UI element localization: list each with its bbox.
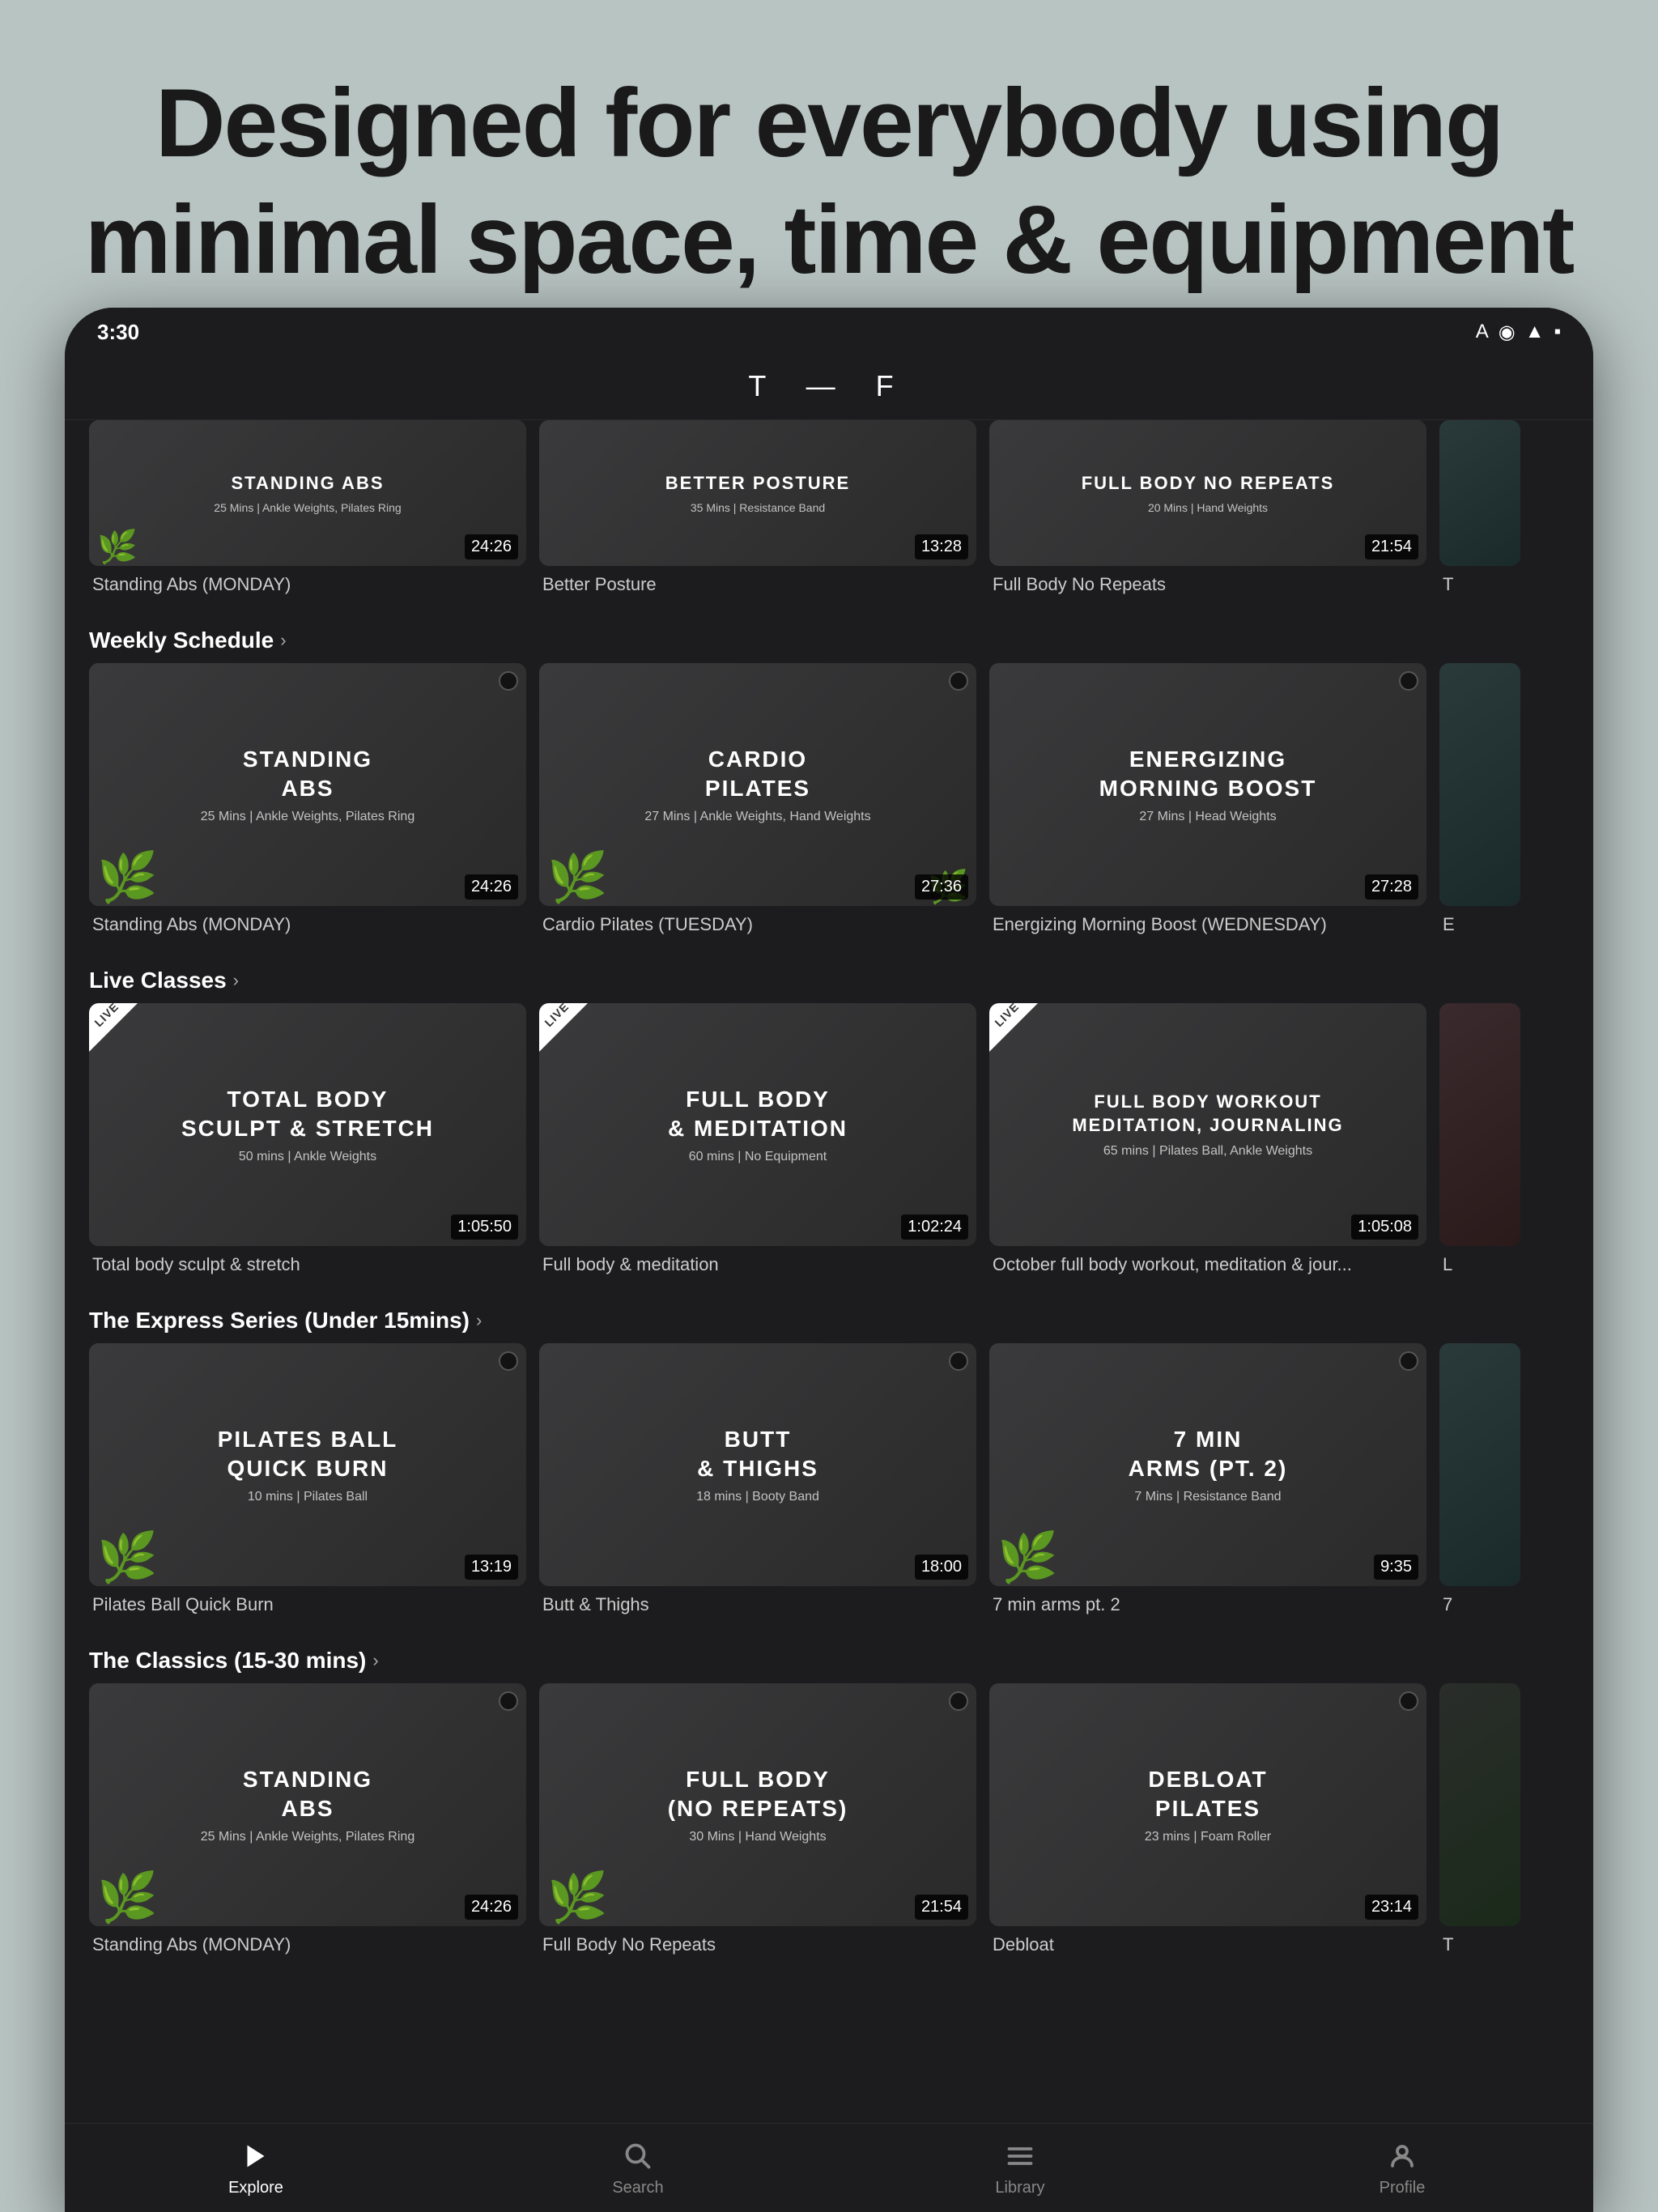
- thumb-express-4: [1439, 1343, 1520, 1586]
- card-label-live-3: October full body workout, meditation & …: [989, 1254, 1426, 1275]
- express-cards-row: 🌿 PILATES BALLQUICK BURN 10 mins | Pilat…: [65, 1343, 1593, 1615]
- section-title-classics[interactable]: The Classics (15-30 mins) ›: [65, 1631, 1593, 1683]
- profile-icon: [1384, 2138, 1420, 2174]
- thumb-weekly-3: ENERGIZINGMORNING BOOST 27 Mins | Head W…: [989, 663, 1426, 906]
- status-bar: 3:30 A ◉ ▲ ▪: [65, 308, 1593, 356]
- status-icons: A ◉ ▲ ▪: [1476, 321, 1561, 344]
- status-time: 3:30: [97, 320, 139, 345]
- section-title-weekly[interactable]: Weekly Schedule ›: [65, 611, 1593, 663]
- card-label-live-1: Total body sculpt & stretch: [89, 1254, 526, 1275]
- section-express: The Express Series (Under 15mins) › 🌿 PI…: [65, 1291, 1593, 1615]
- section-title-live[interactable]: Live Classes ›: [65, 951, 1593, 1003]
- card-weekly-2[interactable]: 🌿 🌿 CARDIOPILATES 27 Mins | Ankle Weight…: [539, 663, 976, 935]
- tab-search-label: Search: [612, 2179, 663, 2197]
- thumb-live-4: [1439, 1003, 1520, 1246]
- card-express-3[interactable]: 🌿 7 MINARMS (PT. 2) 7 Mins | Resistance …: [989, 1343, 1426, 1615]
- card-label-weekly-2: Cardio Pilates (TUESDAY): [539, 914, 976, 935]
- thumb-classics-3: DEBLOATPILATES 23 mins | Foam Roller 23:…: [989, 1683, 1426, 1926]
- card-partial-4[interactable]: T: [1439, 420, 1520, 595]
- card-classics-1[interactable]: 🌿 STANDINGABS 25 Mins | Ankle Weights, P…: [89, 1683, 526, 1955]
- tab-library-label: Library: [995, 2179, 1044, 2197]
- tab-profile[interactable]: Profile: [1211, 2138, 1593, 2197]
- section-classics: The Classics (15-30 mins) › 🌿 STANDINGAB…: [65, 1631, 1593, 1955]
- card-live-2[interactable]: LIVE FULL BODY& MEDITATION 60 mins | No …: [539, 1003, 976, 1275]
- wifi-icon: ▲: [1525, 321, 1545, 343]
- tab-search[interactable]: Search: [447, 2138, 829, 2197]
- live-cards-row: LIVE TOTAL BODYSCULPT & STRETCH 50 mins …: [65, 1003, 1593, 1275]
- thumb-classics-4: [1439, 1683, 1520, 1926]
- classics-cards-row: 🌿 STANDINGABS 25 Mins | Ankle Weights, P…: [65, 1683, 1593, 1955]
- card-label-express-3: 7 min arms pt. 2: [989, 1594, 1426, 1615]
- card-classics-4[interactable]: T: [1439, 1683, 1520, 1955]
- icon-circle: ◉: [1499, 321, 1516, 344]
- chevron-classics: ›: [372, 1650, 378, 1671]
- chevron-live: ›: [233, 970, 239, 991]
- chevron-express: ›: [476, 1310, 482, 1331]
- hero-title: Designed for everybody using minimal spa…: [81, 65, 1577, 298]
- thumb-classics-1: 🌿 STANDINGABS 25 Mins | Ankle Weights, P…: [89, 1683, 526, 1926]
- scroll-content[interactable]: 🌿 STANDING ABS 25 Mins | Ankle Weights, …: [65, 420, 1593, 2122]
- card-label-weekly-3: Energizing Morning Boost (WEDNESDAY): [989, 914, 1426, 935]
- app-logo: T — F: [65, 369, 1593, 403]
- thumb-classics-2: 🌿 FULL BODY(NO REPEATS) 30 Mins | Hand W…: [539, 1683, 976, 1926]
- library-icon: [1002, 2138, 1038, 2174]
- card-express-2[interactable]: BUTT& THIGHS 18 mins | Booty Band 18:00 …: [539, 1343, 976, 1615]
- thumb-weekly-4: [1439, 663, 1520, 906]
- recent-row: 🌿 STANDING ABS 25 Mins | Ankle Weights, …: [65, 420, 1593, 595]
- card-live-4[interactable]: L: [1439, 1003, 1520, 1275]
- card-label-classics-3: Debloat: [989, 1934, 1426, 1955]
- thumb-weekly-2: 🌿 🌿 CARDIOPILATES 27 Mins | Ankle Weight…: [539, 663, 976, 906]
- card-express-1[interactable]: 🌿 PILATES BALLQUICK BURN 10 mins | Pilat…: [89, 1343, 526, 1615]
- app-header: T — F: [65, 356, 1593, 420]
- thumb-express-3: 🌿 7 MINARMS (PT. 2) 7 Mins | Resistance …: [989, 1343, 1426, 1586]
- card-label-weekly-1: Standing Abs (MONDAY): [89, 914, 526, 935]
- section-title-express[interactable]: The Express Series (Under 15mins) ›: [65, 1291, 1593, 1343]
- card-standing-abs-partial[interactable]: 🌿 STANDING ABS 25 Mins | Ankle Weights, …: [89, 420, 526, 595]
- card-label-2: Better Posture: [539, 574, 976, 595]
- tab-explore[interactable]: Explore: [65, 2138, 447, 2197]
- thumb-live-2: LIVE FULL BODY& MEDITATION 60 mins | No …: [539, 1003, 976, 1246]
- thumb-express-1: 🌿 PILATES BALLQUICK BURN 10 mins | Pilat…: [89, 1343, 526, 1586]
- thumb-weekly-1: 🌿 STANDINGABS 25 Mins | Ankle Weights, P…: [89, 663, 526, 906]
- card-express-4[interactable]: 7: [1439, 1343, 1520, 1615]
- tab-explore-label: Explore: [228, 2179, 283, 2197]
- card-classics-3[interactable]: DEBLOATPILATES 23 mins | Foam Roller 23:…: [989, 1683, 1426, 1955]
- card-label-classics-1: Standing Abs (MONDAY): [89, 1934, 526, 1955]
- tab-library[interactable]: Library: [829, 2138, 1211, 2197]
- card-better-posture[interactable]: BETTER POSTURE 35 Mins | Resistance Band…: [539, 420, 976, 595]
- section-weekly-schedule: Weekly Schedule › 🌿 STANDINGABS 25 Mins …: [65, 611, 1593, 935]
- card-weekly-4[interactable]: E: [1439, 663, 1520, 935]
- battery-icon: ▪: [1554, 321, 1561, 343]
- card-label-live-2: Full body & meditation: [539, 1254, 976, 1275]
- card-label-1: Standing Abs (MONDAY): [89, 574, 526, 595]
- card-label-express-1: Pilates Ball Quick Burn: [89, 1594, 526, 1615]
- card-weekly-3[interactable]: ENERGIZINGMORNING BOOST 27 Mins | Head W…: [989, 663, 1426, 935]
- tab-profile-label: Profile: [1380, 2179, 1426, 2197]
- hero-section: Designed for everybody using minimal spa…: [0, 0, 1658, 347]
- section-recent: 🌿 STANDING ABS 25 Mins | Ankle Weights, …: [65, 420, 1593, 595]
- weekly-cards-row: 🌿 STANDINGABS 25 Mins | Ankle Weights, P…: [65, 663, 1593, 935]
- card-classics-2[interactable]: 🌿 FULL BODY(NO REPEATS) 30 Mins | Hand W…: [539, 1683, 976, 1955]
- thumb-better-posture: BETTER POSTURE 35 Mins | Resistance Band…: [539, 420, 976, 566]
- card-live-3[interactable]: LIVE FULL BODY WORKOUTMEDITATION, JOURNA…: [989, 1003, 1426, 1275]
- thumb-express-2: BUTT& THIGHS 18 mins | Booty Band 18:00: [539, 1343, 976, 1586]
- card-label-express-2: Butt & Thighs: [539, 1594, 976, 1615]
- tab-bar: Explore Search Library: [65, 2123, 1593, 2212]
- thumb-partial-4: [1439, 420, 1520, 566]
- card-label-classics-2: Full Body No Repeats: [539, 1934, 976, 1955]
- thumb-live-1: LIVE TOTAL BODYSCULPT & STRETCH 50 mins …: [89, 1003, 526, 1246]
- search-icon: [620, 2138, 656, 2174]
- thumb-standing-abs-partial: 🌿 STANDING ABS 25 Mins | Ankle Weights, …: [89, 420, 526, 566]
- card-live-1[interactable]: LIVE TOTAL BODYSCULPT & STRETCH 50 mins …: [89, 1003, 526, 1275]
- card-full-body-norepeats[interactable]: FULL BODY NO REPEATS 20 Mins | Hand Weig…: [989, 420, 1426, 595]
- icon-a: A: [1476, 321, 1489, 343]
- card-weekly-1[interactable]: 🌿 STANDINGABS 25 Mins | Ankle Weights, P…: [89, 663, 526, 935]
- chevron-weekly: ›: [280, 630, 286, 651]
- thumb-full-body-norepeats: FULL BODY NO REPEATS 20 Mins | Hand Weig…: [989, 420, 1426, 566]
- device-frame: 3:30 A ◉ ▲ ▪ T — F 🌿 STANDING ABS 25 Mi: [65, 308, 1593, 2212]
- explore-icon: [238, 2138, 274, 2174]
- section-live-classes: Live Classes › LIVE TOTAL BODYSCULPT & S…: [65, 951, 1593, 1275]
- card-label-3: Full Body No Repeats: [989, 574, 1426, 595]
- thumb-live-3: LIVE FULL BODY WORKOUTMEDITATION, JOURNA…: [989, 1003, 1426, 1246]
